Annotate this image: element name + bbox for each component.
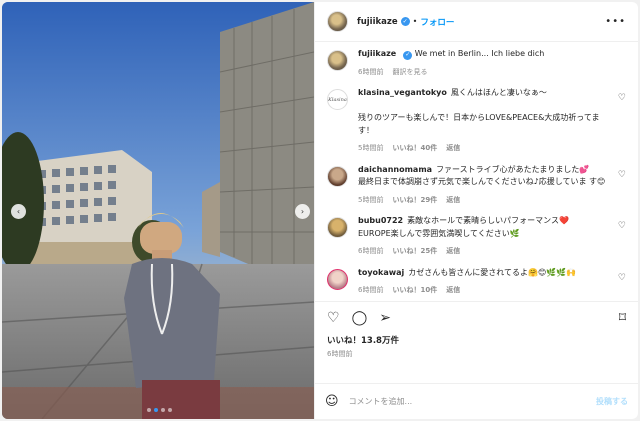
comment-time: 6時間前	[358, 247, 384, 255]
comment-like-icon[interactable]: ♡	[618, 221, 626, 231]
post-photo[interactable]: ‹ ›	[2, 2, 314, 419]
comments-list[interactable]: fujiikaze ✓ We met in Berlin... Ich liebe…	[315, 42, 638, 301]
author-avatar[interactable]	[327, 11, 348, 32]
reply-button[interactable]: 返信	[446, 245, 460, 258]
separator: •	[412, 17, 418, 26]
like-icon[interactable]: ♡	[327, 310, 340, 326]
carousel-dot	[161, 408, 165, 412]
comment-time: 5時間前	[358, 195, 384, 204]
comment-likes[interactable]: いいね！40件	[392, 142, 437, 155]
comment-item: daichannomama ファーストライブ心があたたまりました💕 最終日まで体調…	[327, 164, 626, 207]
comment-username[interactable]: daichannomama	[358, 165, 432, 174]
comment-like-icon[interactable]: ♡	[618, 273, 626, 283]
carousel-prev-button[interactable]: ‹	[11, 204, 26, 219]
reply-button[interactable]: 返信	[446, 142, 460, 155]
comment-like-icon[interactable]: ♡	[618, 93, 626, 103]
comment-item: bubu0722 素敵なホールで素晴らしいパフォーマンス❤️ EUROPE楽しんで…	[327, 215, 626, 258]
comment-time: 5時間前	[358, 144, 384, 152]
comment-username[interactable]: bubu0722	[358, 216, 403, 225]
comment-username[interactable]: toyokawaj	[358, 268, 404, 277]
reply-button[interactable]: 返信	[446, 284, 460, 297]
caption-text: We met in Berlin... Ich liebe dich	[414, 49, 545, 58]
commenter-avatar[interactable]	[327, 217, 348, 238]
post-comment-button[interactable]: 投稿する	[596, 396, 628, 407]
comment-time: 6時間前	[358, 286, 384, 294]
carousel-indicator	[147, 408, 172, 412]
carousel-dot	[147, 408, 151, 412]
commenter-avatar[interactable]	[327, 165, 348, 187]
caption: fujiikaze ✓ We met in Berlin... Ich liebe…	[327, 48, 626, 78]
verified-badge-icon: ✓	[403, 50, 413, 60]
post-header: fujiikaze ✓ • フォロー •••	[315, 2, 638, 42]
post-time: 6時間前	[327, 350, 353, 358]
post-dialog: ‹ › fujiikaze ✓ • フォロー ••• fujiikaze ✓ We…	[2, 2, 638, 419]
share-icon[interactable]: ➢	[379, 310, 391, 326]
author-username[interactable]: fujiikaze	[357, 17, 398, 27]
comment-icon[interactable]: ◯	[352, 310, 368, 326]
comment-composer: ☺ 投稿する	[315, 383, 638, 419]
commenter-avatar[interactable]: Klasina	[327, 89, 348, 110]
commenter-avatar[interactable]	[327, 268, 348, 290]
comment-likes[interactable]: いいね！25件	[392, 245, 437, 258]
comment-likes[interactable]: いいね！29件	[392, 194, 437, 207]
carousel-dot	[168, 408, 172, 412]
translate-link[interactable]: 翻訳を見る	[392, 66, 427, 79]
emoji-icon[interactable]: ☺	[325, 394, 339, 409]
post-actions: ♡ ◯ ➢ ⌑ いいね！13.8万件 6時間前	[315, 301, 638, 383]
follow-button[interactable]: フォロー	[420, 16, 454, 28]
comment-item: Klasina klasina_vegantokyo 風くんはほんと凄いなぁ〜 残…	[327, 87, 626, 155]
reply-button[interactable]: 返信	[446, 194, 460, 207]
comment-like-icon[interactable]: ♡	[618, 170, 626, 180]
likes-count[interactable]: いいね！13.8万件	[327, 334, 626, 346]
carousel-next-button[interactable]: ›	[295, 204, 310, 219]
comment-text: カゼさんも皆さんに愛されてるよ🤗😊🌿🌿🙌	[408, 267, 577, 277]
comment-username[interactable]: klasina_vegantokyo	[358, 88, 447, 97]
caption-time: 6時間前	[358, 67, 384, 76]
comment-likes[interactable]: いいね！10件	[392, 284, 437, 297]
comment-input[interactable]	[348, 397, 596, 406]
avatar-logo-text: Klasina	[328, 96, 347, 103]
carousel-dot-active	[154, 408, 158, 412]
more-options-icon[interactable]: •••	[605, 16, 626, 27]
verified-badge-icon: ✓	[400, 17, 410, 26]
author-avatar[interactable]	[327, 50, 348, 71]
comment-item: toyokawaj カゼさんも皆さんに愛されてるよ🤗😊🌿🌿🙌 6時間前 いいね！1…	[327, 267, 626, 297]
post-side-panel: fujiikaze ✓ • フォロー ••• fujiikaze ✓ We met…	[314, 2, 638, 419]
caption-username[interactable]: fujiikaze	[358, 49, 396, 58]
photo-scene	[2, 2, 314, 419]
bookmark-icon[interactable]: ⌑	[619, 310, 626, 326]
